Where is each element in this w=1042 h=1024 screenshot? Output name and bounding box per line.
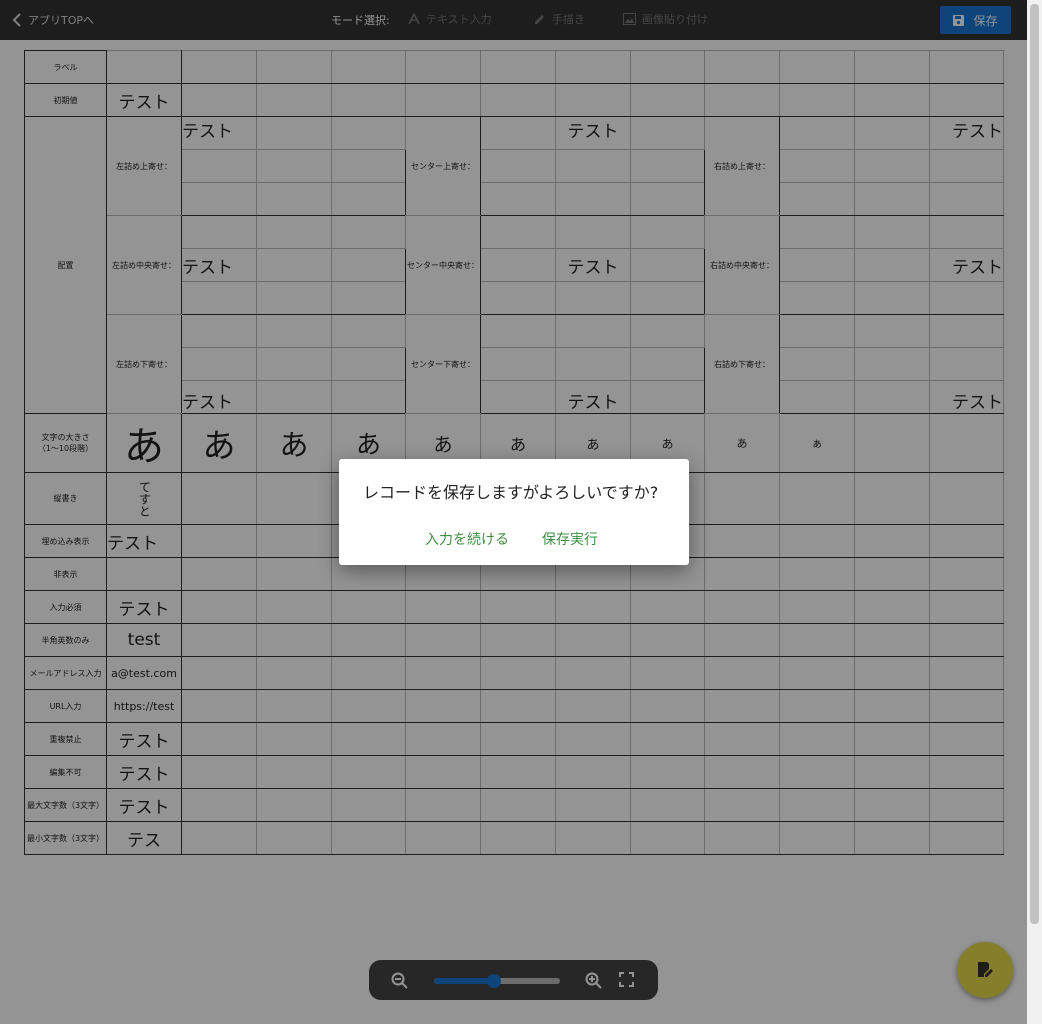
- scrollbar-thumb[interactable]: [1030, 4, 1039, 924]
- confirm-save-button[interactable]: 保存実行: [542, 529, 598, 549]
- save-confirm-dialog: レコードを保存しますがよろしいですか? 入力を続ける 保存実行: [339, 459, 689, 565]
- page-scrollbar[interactable]: [1027, 0, 1042, 1024]
- continue-input-button[interactable]: 入力を続ける: [425, 529, 509, 549]
- dialog-message: レコードを保存しますがよろしいですか?: [363, 483, 659, 502]
